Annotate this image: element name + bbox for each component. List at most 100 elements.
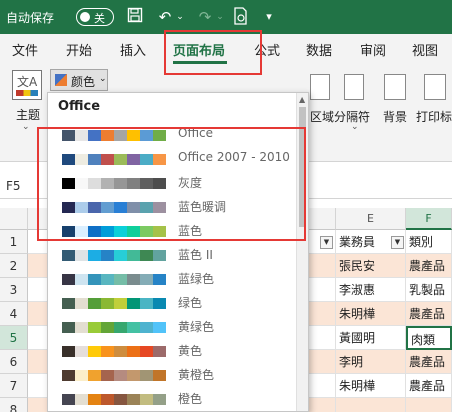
row-header[interactable]: 3: [0, 278, 28, 302]
color-scheme-option[interactable]: 蓝色 II: [48, 243, 296, 267]
breaks-icon[interactable]: [344, 74, 364, 100]
color-swatch: [88, 298, 101, 309]
cell-salesperson[interactable]: 黃國明: [336, 326, 406, 350]
print-area-label[interactable]: 区域: [310, 108, 334, 125]
color-swatch: [153, 298, 166, 309]
color-scheme-option[interactable]: 黄橙色: [48, 363, 296, 387]
tab-file[interactable]: 文件: [12, 40, 38, 59]
color-swatch: [62, 250, 75, 261]
autosave-toggle[interactable]: 关: [76, 8, 114, 26]
tab-view[interactable]: 视图: [412, 40, 438, 59]
color-scheme-option[interactable]: 蓝绿色: [48, 267, 296, 291]
cell-salesperson[interactable]: 朱明樺: [336, 374, 406, 398]
row-header[interactable]: 5: [0, 326, 28, 350]
color-swatch: [140, 370, 153, 381]
row-header[interactable]: 6: [0, 350, 28, 374]
print-titles-label[interactable]: 打印标: [416, 108, 452, 125]
colors-label: 颜色: [71, 75, 96, 89]
tab-review[interactable]: 审阅: [360, 40, 386, 59]
name-box[interactable]: F5: [6, 179, 21, 193]
row-header[interactable]: 1: [0, 230, 28, 254]
themes-icon[interactable]: 文A: [12, 70, 42, 100]
color-scheme-option[interactable]: 黄色: [48, 339, 296, 363]
active-cell[interactable]: 肉類: [406, 326, 452, 350]
color-swatch: [127, 346, 140, 357]
cell-category[interactable]: 農產品: [406, 302, 452, 326]
cell-salesperson[interactable]: 朱明樺: [336, 302, 406, 326]
cell-category[interactable]: 農產品: [406, 254, 452, 278]
themes-chevron-down-icon[interactable]: ⌄: [22, 122, 30, 132]
color-swatch: [153, 322, 166, 333]
color-swatch: [153, 250, 166, 261]
row-header[interactable]: 4: [0, 302, 28, 326]
cell-category[interactable]: 農產品: [406, 350, 452, 374]
color-swatch: [127, 370, 140, 381]
undo-dropdown-icon[interactable]: ⌄: [175, 7, 185, 27]
tab-data[interactable]: 数据: [306, 40, 332, 59]
redo-icon[interactable]: ↷: [194, 7, 216, 27]
color-swatch-strip: [62, 394, 166, 405]
background-icon[interactable]: [384, 74, 406, 100]
row-header[interactable]: 7: [0, 374, 28, 398]
color-swatch: [114, 250, 127, 261]
themes-label[interactable]: 主题: [16, 106, 40, 123]
color-scheme-label: 蓝色 II: [178, 248, 213, 262]
color-swatch: [88, 394, 101, 405]
tab-home[interactable]: 开始: [66, 40, 92, 59]
color-swatch: [114, 322, 127, 333]
toggle-knob: [80, 12, 90, 22]
color-swatch: [114, 346, 127, 357]
undo-icon[interactable]: ↶: [154, 7, 176, 27]
color-swatch-strip: [62, 322, 166, 333]
cell-category[interactable]: [406, 398, 452, 412]
cell-salesperson[interactable]: 李淑惠: [336, 278, 406, 302]
color-swatch: [153, 346, 166, 357]
color-swatch: [62, 394, 75, 405]
colors-button[interactable]: 颜色 ⌄: [50, 69, 108, 91]
color-scheme-option[interactable]: 黄绿色: [48, 315, 296, 339]
save-icon[interactable]: [126, 7, 144, 27]
color-swatch: [62, 274, 75, 285]
color-swatch: [88, 274, 101, 285]
column-header-e[interactable]: E: [336, 208, 406, 230]
color-swatch: [88, 322, 101, 333]
color-swatch: [75, 346, 88, 357]
color-scheme-option[interactable]: 橙色: [48, 387, 296, 411]
color-swatch: [140, 298, 153, 309]
cell-category[interactable]: 農產品: [406, 374, 452, 398]
color-swatch-strip: [62, 250, 166, 261]
print-area-icon[interactable]: [310, 74, 330, 100]
color-scheme-label: 黄橙色: [178, 368, 215, 382]
row-header[interactable]: 2: [0, 254, 28, 278]
redo-dropdown-icon[interactable]: ⌄: [215, 7, 225, 27]
cell-salesperson[interactable]: [336, 398, 406, 412]
breaks-chevron-down-icon[interactable]: ⌄: [351, 122, 359, 132]
cell-salesperson[interactable]: 張民安: [336, 254, 406, 278]
color-swatch: [114, 274, 127, 285]
filter-dropdown-icon[interactable]: ▼: [391, 236, 404, 249]
tab-insert[interactable]: 插入: [120, 40, 146, 59]
color-scheme-label: 绿色: [178, 296, 203, 310]
autosave-label: 自动保存: [6, 11, 55, 25]
print-titles-icon[interactable]: [424, 74, 446, 100]
title-bar: 自动保存 关 ↶ ⌄ ↷ ⌄ ▾: [0, 0, 452, 34]
row-header[interactable]: 8: [0, 398, 28, 412]
column-header-f[interactable]: F: [406, 208, 452, 230]
background-label[interactable]: 背景: [383, 108, 407, 125]
color-swatch: [114, 370, 127, 381]
color-swatch: [88, 346, 101, 357]
select-all-corner[interactable]: [0, 208, 28, 230]
header-cell-category[interactable]: 類別: [406, 230, 452, 254]
filter-dropdown-icon[interactable]: ▼: [320, 236, 333, 249]
dropdown-section-header: Office: [58, 99, 101, 114]
color-swatch: [88, 370, 101, 381]
color-scheme-option[interactable]: 绿色: [48, 291, 296, 315]
color-swatch: [127, 322, 140, 333]
color-swatch: [75, 394, 88, 405]
scroll-up-icon[interactable]: ▲: [299, 95, 305, 104]
cell-category[interactable]: 乳製品: [406, 278, 452, 302]
color-swatch-strip: [62, 370, 166, 381]
print-preview-icon[interactable]: [232, 7, 250, 27]
cell-salesperson[interactable]: 李明: [336, 350, 406, 374]
customize-icon[interactable]: ▾: [262, 7, 276, 27]
